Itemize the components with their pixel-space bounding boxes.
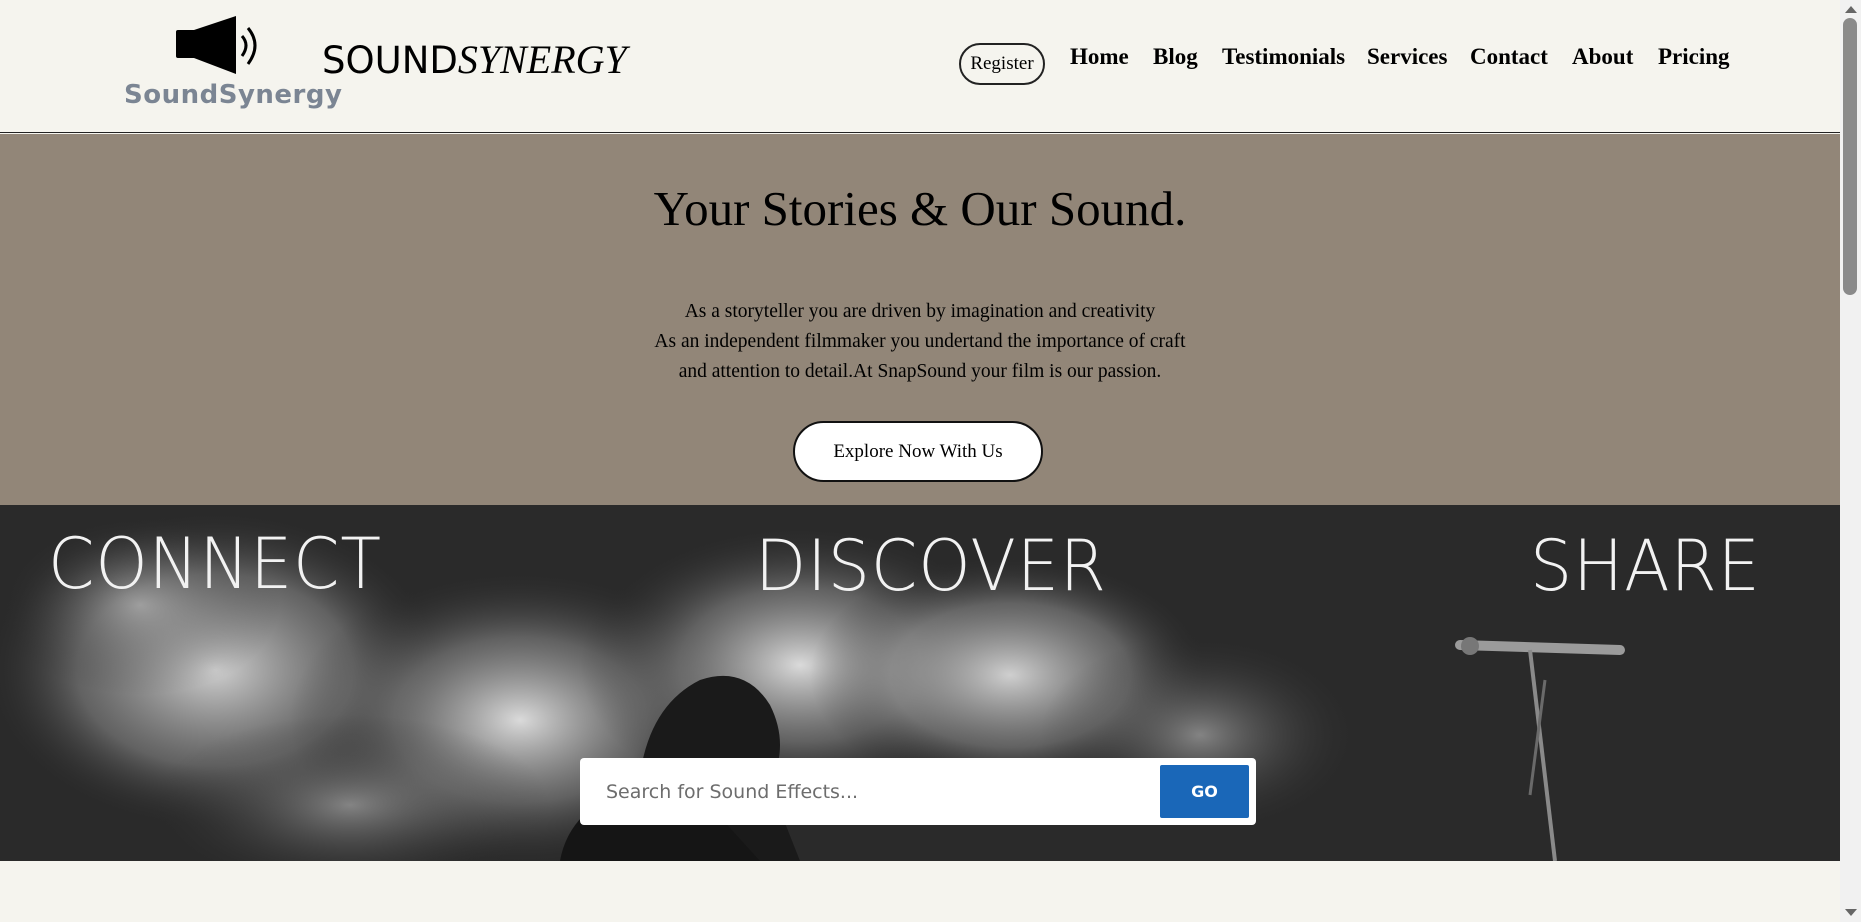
nav-services[interactable]: Services (1367, 44, 1447, 70)
nav-pricing[interactable]: Pricing (1658, 44, 1730, 70)
hero-description: As a storyteller you are driven by imagi… (0, 297, 1840, 387)
hero-title: Your Stories & Our Sound. (653, 181, 1187, 236)
search-input[interactable] (594, 768, 1154, 816)
scrollbar[interactable] (1840, 0, 1861, 922)
discover-heading: DISCOVER (755, 525, 1107, 607)
nav-home[interactable]: Home (1070, 44, 1129, 70)
chevron-down-icon[interactable] (1845, 909, 1857, 916)
nav-contact[interactable]: Contact (1470, 44, 1548, 70)
connect-heading: CONNECT (48, 523, 382, 605)
nav-about[interactable]: About (1572, 44, 1633, 70)
hero-section: Your Stories & Our Sound. As a storytell… (0, 134, 1840, 505)
logo-text: SoundSynergy (124, 80, 343, 110)
hero-line: As a storyteller you are driven by imagi… (684, 301, 1156, 322)
explore-button[interactable]: Explore Now With Us (793, 421, 1043, 482)
hero-line: As an independent filmmaker you undertan… (654, 331, 1186, 352)
share-heading: SHARE (1530, 525, 1761, 607)
main-nav: Home Blog Testimonials Services Contact … (0, 44, 1840, 74)
hero-banner: CONNECT DISCOVER SHARE GO (0, 505, 1840, 861)
hero-line: and attention to detail.At SnapSound you… (678, 361, 1162, 382)
scrollbar-thumb[interactable] (1843, 18, 1857, 295)
search-bar: GO (580, 758, 1256, 825)
nav-blog[interactable]: Blog (1153, 44, 1198, 70)
site-header: SoundSynergy SOUNDSYNERGY Register Home … (0, 0, 1840, 133)
nav-testimonials[interactable]: Testimonials (1222, 44, 1345, 70)
chevron-up-icon[interactable] (1845, 6, 1857, 13)
go-button[interactable]: GO (1160, 765, 1249, 818)
